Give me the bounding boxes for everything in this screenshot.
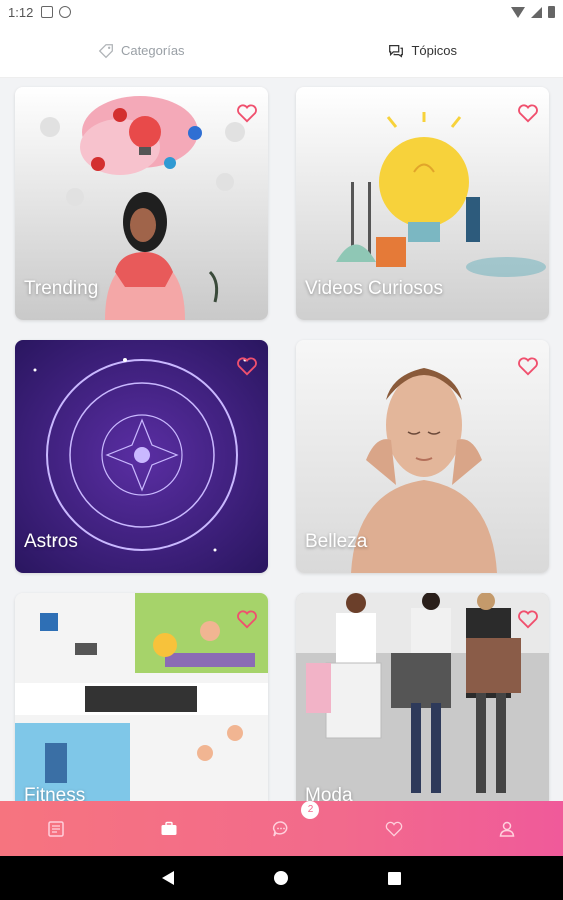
nav-profile[interactable] [450,819,563,839]
topic-label: Fitness [24,785,86,801]
heart-icon[interactable] [517,356,539,376]
signal-icon [531,6,542,18]
topic-label: Belleza [305,531,368,552]
tab-topicos[interactable]: Tópicos [282,24,563,77]
wifi-icon [511,6,525,18]
topic-card-trending[interactable]: Trending [15,87,268,320]
nav-news[interactable] [0,819,113,839]
chat-badge: 2 [301,800,320,819]
android-nav-bar [0,856,563,900]
heart-icon[interactable] [236,609,258,629]
sync-icon [59,6,72,18]
topic-card-astros[interactable]: Astros [15,340,268,573]
bottom-nav: 2 [0,800,563,856]
status-time: 1:12 [8,4,34,20]
topic-label: Videos Curiosos [305,278,444,299]
tab-label: Categorías [120,43,185,58]
nav-topics[interactable] [113,819,226,839]
user-icon [499,821,514,837]
tab-label: Tópicos [411,43,458,58]
heart-icon[interactable] [236,103,258,123]
top-tabs: Categorías Tópicos [0,24,563,78]
topic-label: Trending [24,278,99,299]
back-icon[interactable] [162,871,174,885]
topic-label: Astros [24,531,78,552]
topic-card-moda[interactable]: Moda [296,593,549,801]
nav-favorites[interactable] [338,819,451,839]
recents-icon[interactable] [388,871,401,885]
tab-categorias[interactable]: Categorías [0,24,282,77]
heart-icon[interactable] [517,609,539,629]
battery-icon [548,6,555,18]
fitness-illustration [15,593,268,801]
chat-bubbles-icon [389,44,404,58]
news-icon [48,820,65,837]
topic-card-belleza[interactable]: Belleza [296,340,549,573]
moda-photo [296,593,549,801]
heart-icon [385,821,403,837]
sim-icon [41,6,54,18]
briefcase-icon [161,821,177,835]
topic-card-fitness[interactable]: Fitness [15,593,268,801]
status-bar: 1:12 [0,0,563,24]
nav-chat[interactable]: 2 [225,800,338,839]
heart-icon[interactable] [517,103,539,123]
chat-icon [273,820,288,836]
home-icon[interactable] [274,871,288,885]
topic-label: Moda [305,785,353,801]
heart-icon[interactable] [236,356,258,376]
tag-icon [98,43,113,58]
topic-card-videos-curiosos[interactable]: Videos Curiosos [296,87,549,320]
